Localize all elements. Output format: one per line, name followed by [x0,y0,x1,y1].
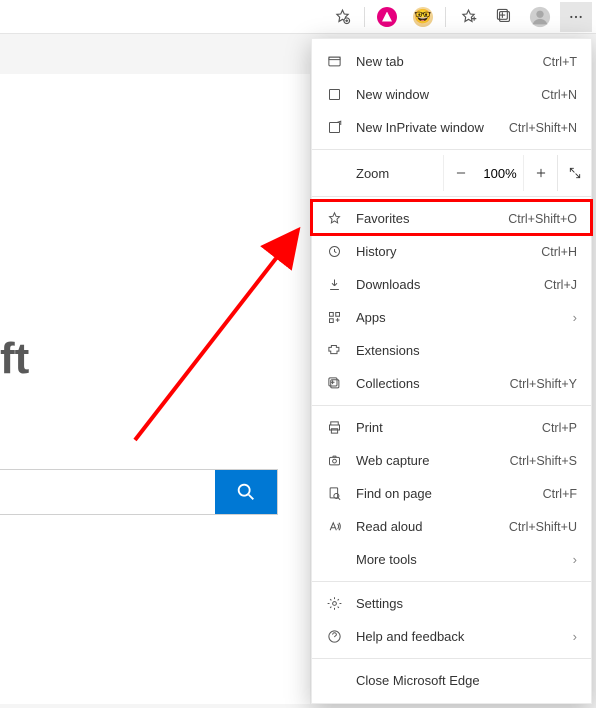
find-icon [326,486,342,501]
menu-separator [312,658,591,659]
collections-icon [326,376,342,391]
menu-label: Read aloud [356,519,495,534]
menu-history[interactable]: History Ctrl+H [312,235,591,268]
menu-shortcut: Ctrl+P [542,421,577,435]
menu-label: Favorites [356,211,494,226]
read-aloud-icon [326,519,342,534]
menu-apps[interactable]: Apps › [312,301,591,334]
apps-icon [326,310,342,325]
menu-shortcut: Ctrl+Shift+O [508,212,577,226]
capture-icon [326,453,342,468]
partial-logo-text: ft [0,334,29,384]
collections-icon[interactable] [488,2,520,32]
menu-new-inprivate[interactable]: New InPrivate window Ctrl+Shift+N [312,111,591,144]
menu-more-tools[interactable]: More tools › [312,543,591,576]
browser-toolbar: 🤓 [0,0,596,34]
zoom-label: Zoom [356,166,443,181]
search-bar [0,469,278,515]
menu-shortcut: Ctrl+T [543,55,577,69]
search-input[interactable] [0,470,215,514]
zoom-in-button[interactable] [523,155,557,191]
chevron-right-icon: › [573,629,577,644]
menu-label: Help and feedback [356,629,577,644]
menu-shortcut: Ctrl+Shift+Y [510,377,577,391]
help-icon [326,629,342,644]
inprivate-icon [326,120,342,135]
menu-web-capture[interactable]: Web capture Ctrl+Shift+S [312,444,591,477]
extensions-icon [326,343,342,358]
menu-read-aloud[interactable]: Read aloud Ctrl+Shift+U [312,510,591,543]
menu-close-edge[interactable]: Close Microsoft Edge [312,664,591,697]
menu-label: New InPrivate window [356,120,495,135]
zoom-value: 100% [477,166,523,181]
menu-help[interactable]: Help and feedback › [312,620,591,653]
menu-separator [312,196,591,197]
star-icon [326,211,342,226]
menu-separator [312,581,591,582]
menu-print[interactable]: Print Ctrl+P [312,411,591,444]
menu-collections[interactable]: Collections Ctrl+Shift+Y [312,367,591,400]
menu-find[interactable]: Find on page Ctrl+F [312,477,591,510]
menu-label: Downloads [356,277,530,292]
fullscreen-button[interactable] [557,155,591,191]
history-icon [326,244,342,259]
menu-label: Close Microsoft Edge [356,673,577,688]
menu-shortcut: Ctrl+N [541,88,577,102]
menu-separator [312,149,591,150]
menu-shortcut: Ctrl+Shift+N [509,121,577,135]
menu-label: Collections [356,376,496,391]
print-icon [326,420,342,435]
new-tab-icon [326,54,342,69]
settings-menu: New tab Ctrl+T New window Ctrl+N New InP… [311,38,592,704]
menu-new-tab[interactable]: New tab Ctrl+T [312,45,591,78]
menu-label: Extensions [356,343,577,358]
extension-pink-icon[interactable] [371,2,403,32]
menu-label: More tools [356,552,577,567]
menu-shortcut: Ctrl+Shift+U [509,520,577,534]
menu-favorites[interactable]: Favorites Ctrl+Shift+O [312,202,591,235]
menu-zoom: Zoom 100% [312,155,591,191]
toolbar-separator [445,7,446,27]
new-window-icon [326,87,342,102]
menu-label: Print [356,420,528,435]
zoom-out-button[interactable] [443,155,477,191]
add-favorite-icon[interactable] [326,2,358,32]
menu-separator [312,405,591,406]
toolbar-separator [364,7,365,27]
chevron-right-icon: › [573,310,577,325]
menu-label: New window [356,87,527,102]
favorites-icon[interactable] [452,2,484,32]
menu-shortcut: Ctrl+Shift+S [510,454,577,468]
menu-new-window[interactable]: New window Ctrl+N [312,78,591,111]
menu-extensions[interactable]: Extensions [312,334,591,367]
extension-face-icon[interactable]: 🤓 [407,2,439,32]
menu-shortcut: Ctrl+H [541,245,577,259]
search-button[interactable] [215,470,277,514]
menu-label: Web capture [356,453,496,468]
menu-label: Settings [356,596,577,611]
page-background: ft [0,74,310,704]
menu-label: New tab [356,54,529,69]
menu-shortcut: Ctrl+J [544,278,577,292]
menu-label: Apps [356,310,577,325]
gear-icon [326,596,342,611]
more-button[interactable] [560,2,592,32]
chevron-right-icon: › [573,552,577,567]
downloads-icon [326,277,342,292]
menu-settings[interactable]: Settings [312,587,591,620]
profile-icon[interactable] [524,2,556,32]
menu-shortcut: Ctrl+F [543,487,577,501]
menu-label: History [356,244,527,259]
menu-downloads[interactable]: Downloads Ctrl+J [312,268,591,301]
menu-label: Find on page [356,486,529,501]
